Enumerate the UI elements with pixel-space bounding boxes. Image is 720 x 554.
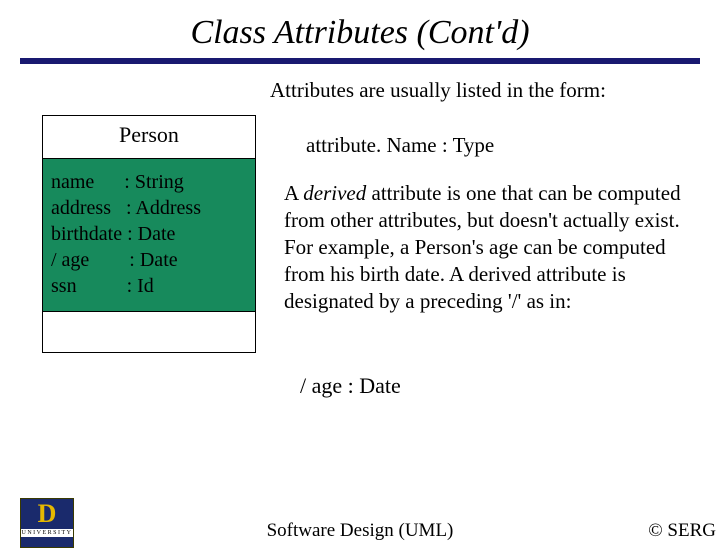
uml-attr-row: / age : Date bbox=[51, 247, 247, 273]
attribute-form-line: attribute. Name : Type bbox=[306, 133, 700, 158]
uml-attr-row: birthdate : Date bbox=[51, 221, 247, 247]
uml-class-box: Person name : String address : Address b… bbox=[42, 115, 256, 353]
para-text: A bbox=[284, 181, 303, 205]
uml-class-name: Person bbox=[43, 116, 255, 159]
title-divider bbox=[20, 58, 700, 64]
content-area: Person name : String address : Address b… bbox=[0, 115, 720, 353]
derived-paragraph: A derived attribute is one that can be c… bbox=[284, 180, 700, 314]
uml-operations-compartment bbox=[43, 312, 255, 352]
slide-title: Class Attributes (Cont'd) bbox=[0, 14, 720, 52]
uml-attr-row: name : String bbox=[51, 169, 247, 195]
explanation-column: attribute. Name : Type A derived attribu… bbox=[284, 115, 700, 314]
footer-copyright: © SERG bbox=[648, 520, 716, 542]
uml-attr-row: address : Address bbox=[51, 195, 247, 221]
uml-attribute-compartment: name : String address : Address birthdat… bbox=[43, 159, 255, 312]
footer-center-text: Software Design (UML) bbox=[0, 520, 720, 542]
intro-text: Attributes are usually listed in the for… bbox=[270, 78, 702, 103]
derived-keyword: derived bbox=[303, 181, 366, 205]
uml-attr-row: ssn : Id bbox=[51, 273, 247, 299]
derived-example: / age : Date bbox=[300, 373, 720, 399]
